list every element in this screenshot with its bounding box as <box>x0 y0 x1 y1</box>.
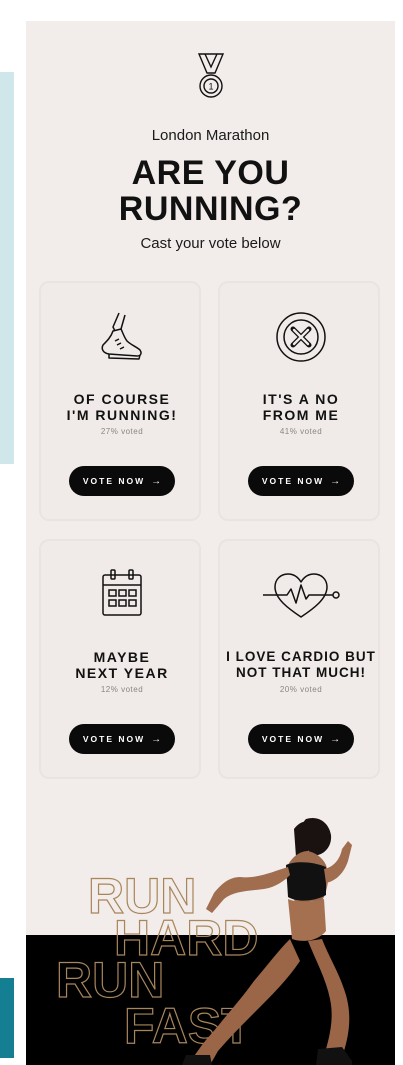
vote-card-running: OF COURSE I'M RUNNING! 27% voted VOTE NO… <box>39 281 201 521</box>
vote-card-cardio: I LOVE CARDIO BUT NOT THAT MUCH! 20% vot… <box>218 539 380 779</box>
vote-now-button[interactable]: VOTE NOW → <box>69 466 175 496</box>
email-card: 1 London Marathon ARE YOU RUNNING? Cast … <box>26 21 395 1065</box>
vote-button-label: VOTE NOW <box>82 734 146 744</box>
arrow-right-icon: → <box>151 733 162 745</box>
vote-percent: 20% voted <box>279 685 323 694</box>
vote-option-title: I LOVE CARDIO BUT NOT THAT MUCH! <box>226 649 376 680</box>
vote-card-maybe: MAYBE NEXT YEAR 12% voted VOTE NOW → <box>39 539 201 779</box>
x-circle-icon <box>220 309 382 365</box>
svg-text:1: 1 <box>208 82 213 92</box>
vote-card-no: IT'S A NO FROM ME 41% voted VOTE NOW → <box>218 281 380 521</box>
vote-percent: 27% voted <box>100 427 144 436</box>
calendar-icon <box>41 567 203 623</box>
vote-button-label: VOTE NOW <box>261 734 325 744</box>
vote-option-title: MAYBE NEXT YEAR <box>75 649 169 681</box>
vote-button-label: VOTE NOW <box>82 476 146 486</box>
event-name: London Marathon <box>151 127 270 144</box>
vote-percent: 41% voted <box>279 427 323 436</box>
background-strip-top <box>0 72 14 464</box>
vote-now-button[interactable]: VOTE NOW → <box>69 724 175 754</box>
heart-pulse-icon <box>220 567 382 623</box>
arrow-right-icon: → <box>330 475 341 487</box>
page-title: ARE YOU RUNNING? <box>118 154 303 228</box>
vote-option-title: IT'S A NO FROM ME <box>262 391 340 423</box>
vote-button-label: VOTE NOW <box>261 476 325 486</box>
arrow-right-icon: → <box>151 475 162 487</box>
vote-percent: 12% voted <box>100 685 144 694</box>
vote-option-title: OF COURSE I'M RUNNING! <box>66 391 178 423</box>
hero-banner: RUN HARD RUN FAST <box>26 811 395 1065</box>
running-shoe-icon <box>41 309 203 365</box>
page-subtitle: Cast your vote below <box>140 235 281 252</box>
vote-now-button[interactable]: VOTE NOW → <box>248 724 354 754</box>
background-strip-bottom <box>0 978 14 1058</box>
arrow-right-icon: → <box>330 733 341 745</box>
vote-now-button[interactable]: VOTE NOW → <box>248 466 354 496</box>
medal-icon: 1 <box>195 51 227 101</box>
